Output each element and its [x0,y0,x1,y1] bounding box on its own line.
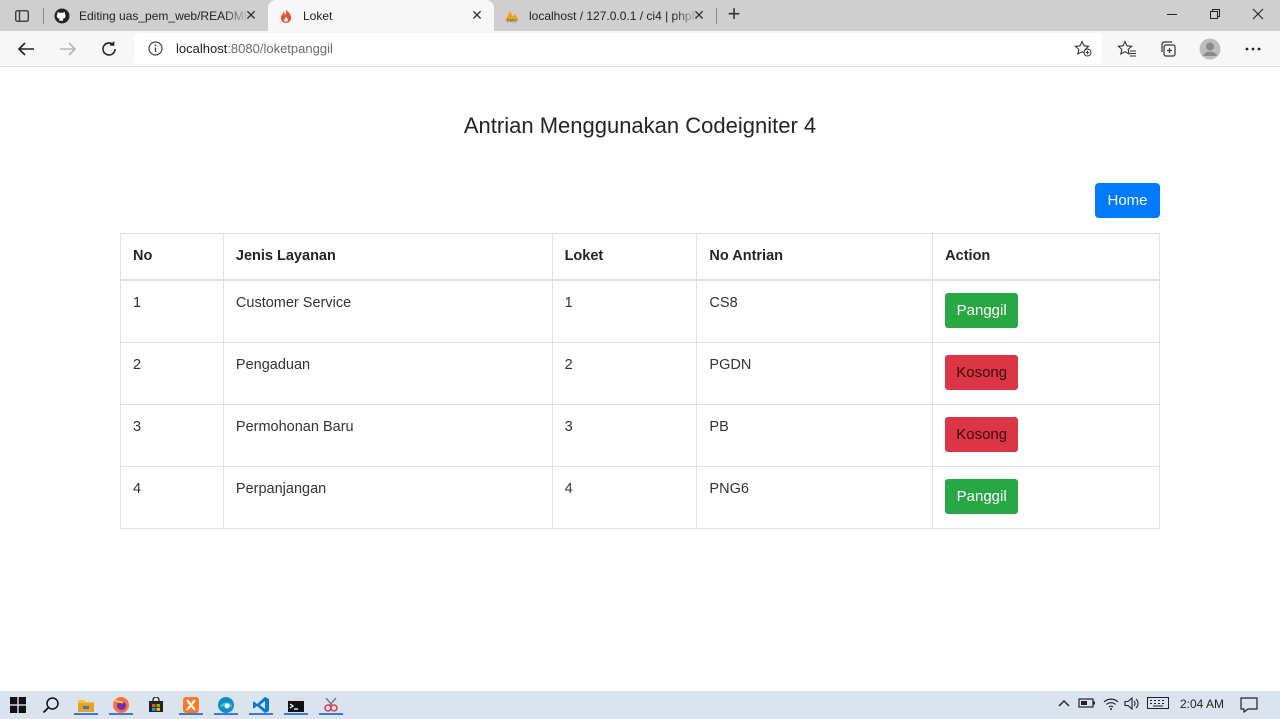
column-header-no: No [120,233,224,281]
minimize-button[interactable] [1160,4,1184,24]
phpmyadmin-icon: PMA [504,8,520,24]
cell-no: 3 [120,403,224,467]
back-button[interactable] [14,37,38,61]
close-tab-icon[interactable]: ✕ [470,8,484,22]
keyboard-icon[interactable] [1147,697,1169,712]
file-explorer-icon[interactable] [74,695,98,715]
cell-action: Kosong [932,341,1160,405]
table-row: 3 Permohonan Baru 3 PB Kosong [120,403,1160,467]
volume-icon[interactable] [1124,696,1140,713]
panggil-button[interactable]: Panggil [945,478,1019,514]
tab-title: Editing uas_pem_web/README.md [79,8,249,23]
tab-loket[interactable]: Loket ✕ [268,0,494,31]
cell-loket: 3 [551,403,698,467]
queue-table: No Jenis Layanan Loket No Antrian Action… [120,233,1160,529]
cell-no-antrian: PGDN [696,341,934,405]
cell-loket: 2 [551,341,698,405]
cell-jenis-layanan: Permohonan Baru [222,403,553,467]
kosong-button[interactable]: Kosong [945,416,1019,452]
taskbar-clock[interactable]: 2:04 AM [1180,697,1224,711]
refresh-button[interactable] [97,37,121,61]
panggil-button[interactable]: Panggil [945,292,1019,328]
close-tab-icon[interactable]: ✕ [244,8,258,22]
address-bar[interactable]: localhost:8080/loketpanggil [134,33,1102,64]
more-menu-icon[interactable] [1241,37,1265,61]
edge-icon[interactable] [214,695,238,715]
table-row: 4 Perpanjangan 4 PNG6 Panggil [120,465,1160,529]
new-tab-button[interactable]: + [722,3,746,26]
cell-action: Panggil [932,279,1160,343]
cell-no: 4 [120,465,224,529]
svg-text:PMA: PMA [507,18,518,23]
windows-taskbar: 2:04 AM [0,691,1280,719]
page-title: Antrian Menggunakan Codeigniter 4 [463,113,817,138]
cell-no: 1 [120,279,224,343]
wifi-icon[interactable] [1103,697,1119,713]
cell-jenis-layanan: Customer Service [222,279,553,343]
cell-jenis-layanan: Perpanjangan [222,465,553,529]
terminal-icon[interactable] [284,695,308,715]
xampp-icon[interactable] [179,695,203,715]
cell-no-antrian: CS8 [696,279,934,343]
restore-button[interactable] [1203,4,1227,24]
column-header-jenis-layanan: Jenis Layanan [222,233,553,281]
battery-icon[interactable] [1078,697,1096,712]
browser-tabstrip: Editing uas_pem_web/README.md ✕ Loket ✕ … [0,0,1280,31]
home-button[interactable]: Home [1095,183,1160,218]
vscode-icon[interactable] [249,695,273,715]
collections-icon[interactable] [1156,37,1180,61]
column-header-action: Action [932,233,1160,281]
firefox-icon[interactable] [109,695,133,715]
add-favorite-icon[interactable] [1074,40,1092,62]
url-host: localhost [176,41,228,56]
url-path: :8080/loketpanggil [227,41,333,56]
url-text: localhost:8080/loketpanggil [176,41,333,56]
cell-jenis-layanan: Pengaduan [222,341,553,405]
active-app-indicator [179,713,203,715]
cell-action: Panggil [932,465,1160,529]
profile-avatar[interactable] [1198,37,1222,61]
notifications-icon[interactable] [1240,697,1258,716]
table-row: 2 Pengaduan 2 PGDN Kosong [120,341,1160,405]
tab-phpmyadmin[interactable]: PMA localhost / 127.0.0.1 / ci4 | phpMyA… [494,0,716,31]
cell-loket: 4 [551,465,698,529]
search-icon[interactable] [41,695,61,715]
table-header-row: No Jenis Layanan Loket No Antrian Action [120,233,1160,281]
column-header-loket: Loket [551,233,698,281]
active-app-indicator [249,713,273,715]
active-app-indicator [284,713,308,715]
store-icon[interactable] [146,695,166,715]
tab-readme[interactable]: Editing uas_pem_web/README.md ✕ [44,0,268,31]
codeigniter-icon [278,8,294,24]
column-header-no-antrian: No Antrian [696,233,934,281]
github-icon [54,8,70,24]
tab-title: localhost / 127.0.0.1 / ci4 | phpMyAdmin [529,8,699,23]
cell-loket: 1 [551,279,698,343]
active-app-indicator [74,713,98,715]
browser-toolbar: localhost:8080/loketpanggil [0,31,1280,67]
cell-no: 2 [120,341,224,405]
forward-button[interactable] [56,37,80,61]
table-row: 1 Customer Service 1 CS8 Panggil [120,279,1160,343]
close-tab-icon[interactable]: ✕ [692,8,706,22]
kosong-button[interactable]: Kosong [945,354,1019,390]
site-info-icon[interactable] [148,41,163,61]
snipping-tool-icon[interactable] [319,695,343,715]
favorites-icon[interactable] [1115,37,1139,61]
active-app-indicator [109,713,133,715]
cell-no-antrian: PNG6 [696,465,934,529]
show-hidden-icons-chevron-icon[interactable] [1058,697,1070,711]
tab-title: Loket [303,8,333,23]
active-app-indicator [214,713,238,715]
tab-separator [716,8,717,24]
cell-no-antrian: PB [696,403,934,467]
close-window-button[interactable] [1246,4,1270,24]
active-app-indicator [319,713,343,715]
cell-action: Kosong [932,403,1160,467]
windows-start-icon[interactable] [8,695,28,715]
tab-actions-menu-button[interactable] [8,5,36,27]
